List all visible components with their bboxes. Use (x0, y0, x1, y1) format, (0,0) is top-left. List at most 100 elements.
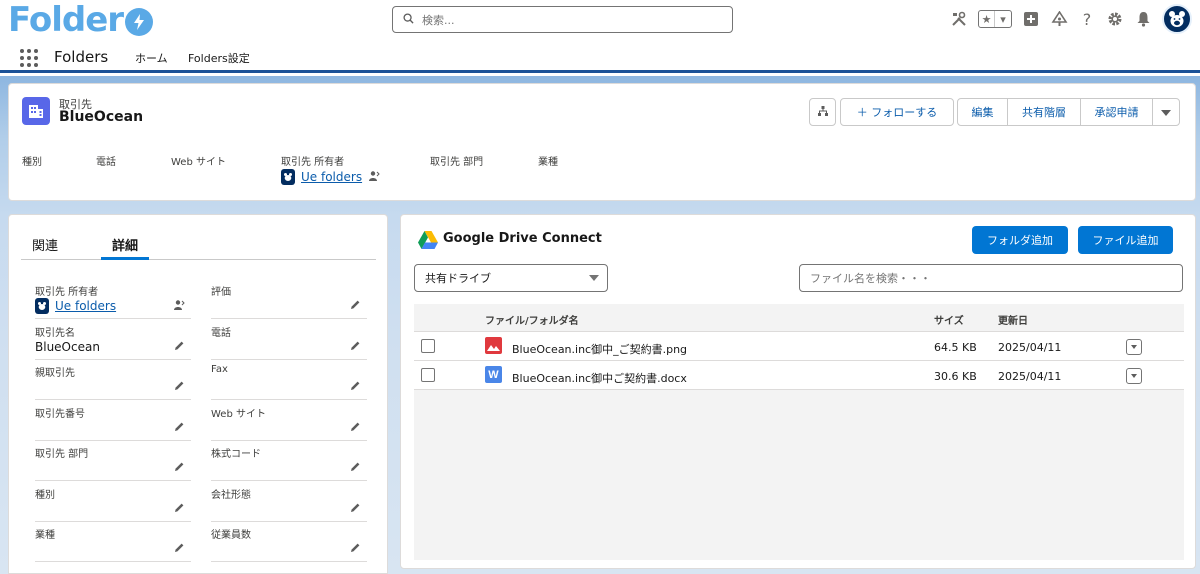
caret-down-icon (589, 275, 599, 281)
hierarchy-button[interactable] (809, 98, 836, 126)
nav-item-home[interactable]: ホーム (135, 50, 168, 66)
follow-button[interactable]: ＋ フォローする (840, 98, 954, 126)
drive-title: Google Drive Connect (443, 231, 602, 246)
drive-select[interactable]: 共有ドライブ (414, 264, 608, 292)
detail-field: 会社形態 (211, 482, 367, 522)
edit-pencil-icon[interactable] (173, 502, 185, 514)
favorites-dropdown-icon[interactable]: ▾ (995, 11, 1011, 27)
app-nav-bar: Folders ホーム Folders設定 (0, 40, 1200, 73)
global-add-icon[interactable] (1022, 10, 1040, 28)
detail-field: Web サイト (211, 401, 367, 441)
column-size-header[interactable]: サイズ (934, 312, 964, 327)
google-drive-panel: Google Drive Connect フォルダ追加 ファイル追加 共有ドライ… (400, 214, 1196, 569)
detail-field: 親取引先 (35, 360, 191, 400)
edit-pencil-icon[interactable] (173, 461, 185, 473)
highlight-industry-label: 業種 (538, 157, 558, 168)
row-actions-menu-button[interactable] (1126, 368, 1142, 384)
app-name: Folders (54, 48, 109, 66)
row-checkbox[interactable] (421, 339, 435, 353)
field-label: 取引先番号 (35, 408, 85, 420)
account-object-icon (22, 97, 50, 125)
settings-gear-icon[interactable] (1106, 10, 1124, 28)
edit-pencil-icon[interactable] (173, 421, 185, 433)
field-label: 親取引先 (35, 368, 75, 379)
share-hierarchy-button[interactable]: 共有階層 (1008, 99, 1081, 125)
row-checkbox[interactable] (421, 368, 435, 382)
edit-pencil-icon[interactable] (349, 421, 361, 433)
drive-select-value: 共有ドライブ (425, 272, 491, 285)
chevron-down-icon (1131, 374, 1137, 378)
edit-pencil-icon[interactable] (349, 380, 361, 392)
field-value: BlueOcean (35, 339, 100, 354)
record-header: 取引先 BlueOcean ＋ フォローする 編集 共有階層 承認申請 種別 電… (8, 83, 1196, 201)
image-file-icon (485, 337, 502, 354)
detail-field: 取引先名 BlueOcean (35, 320, 191, 360)
field-label: Web サイト (211, 408, 266, 420)
more-actions-button[interactable] (1153, 99, 1179, 125)
owner-link[interactable]: Ue folders (55, 299, 116, 313)
owner-avatar-icon (35, 298, 49, 314)
user-avatar-icon[interactable] (1162, 4, 1192, 34)
detail-field: 従業員数 (211, 522, 367, 562)
add-folder-button[interactable]: フォルダ追加 (972, 226, 1068, 254)
detail-field: 種別 (35, 482, 191, 522)
favorites-group[interactable]: ★ ▾ (978, 10, 1012, 28)
edit-pencil-icon[interactable] (173, 380, 185, 392)
table-row[interactable]: W BlueOcean.inc御中ご契約書.docx 30.6 KB 2025/04/… (414, 361, 1184, 390)
search-placeholder: 検索... (422, 13, 455, 27)
search-icon (403, 12, 414, 27)
app-launcher-icon[interactable] (20, 49, 38, 67)
edit-pencil-icon[interactable] (349, 299, 361, 311)
edit-pencil-icon[interactable] (349, 542, 361, 554)
highlight-division-label: 取引先 部門 (430, 157, 484, 168)
file-name[interactable]: BlueOcean.inc御中ご契約書.docx (512, 370, 687, 386)
notifications-bell-icon[interactable] (1134, 10, 1152, 28)
logo-text: Folder (8, 0, 124, 40)
highlight-phone-label: 電話 (96, 157, 116, 168)
field-label: 電話 (211, 327, 231, 339)
detail-field: 取引先 部門 (35, 441, 191, 481)
global-actions: ★ ▾ ? (950, 4, 1192, 34)
change-owner-icon[interactable] (368, 170, 380, 185)
favorites-star-icon[interactable]: ★ (979, 11, 995, 27)
setup-tools-icon[interactable] (950, 10, 968, 28)
approval-request-button[interactable]: 承認申請 (1081, 99, 1153, 125)
word-file-icon: W (485, 366, 502, 383)
trailhead-icon[interactable] (1050, 10, 1068, 28)
highlight-owner-value: Ue folders (281, 169, 380, 185)
detail-field: 取引先 所有者 Ue folders (35, 279, 191, 319)
field-label: 株式コード (211, 449, 261, 460)
field-label: 会社形態 (211, 489, 251, 501)
file-name[interactable]: BlueOcean.inc御中_ご契約書.png (512, 341, 687, 357)
edit-pencil-icon[interactable] (349, 461, 361, 473)
edit-pencil-icon[interactable] (349, 340, 361, 352)
edit-pencil-icon[interactable] (173, 542, 185, 554)
tab-details[interactable]: 詳細 (112, 235, 138, 254)
detail-field: 業種 (35, 522, 191, 562)
column-name-header[interactable]: ファイル/フォルダ名 (485, 312, 579, 327)
field-label: 評価 (211, 287, 231, 298)
file-table-header: ファイル/フォルダ名 サイズ 更新日 (414, 304, 1184, 332)
file-search-input[interactable]: ファイル名を検索・・・ (799, 264, 1183, 292)
change-owner-icon[interactable] (173, 299, 185, 311)
chevron-down-icon (1161, 106, 1171, 119)
table-row[interactable]: BlueOcean.inc御中_ご契約書.png 64.5 KB 2025/04/1… (414, 332, 1184, 361)
add-file-button[interactable]: ファイル追加 (1078, 226, 1173, 254)
tab-related[interactable]: 関連 (32, 235, 58, 254)
column-updated-header[interactable]: 更新日 (998, 312, 1028, 327)
field-label: 従業員数 (211, 530, 251, 541)
edit-pencil-icon[interactable] (349, 502, 361, 514)
row-actions-menu-button[interactable] (1126, 339, 1142, 355)
global-search-input[interactable]: 検索... (392, 6, 733, 33)
file-size: 64.5 KB (934, 341, 977, 354)
help-icon[interactable]: ? (1078, 10, 1096, 29)
detail-field: 評価 (211, 279, 367, 319)
edit-pencil-icon[interactable] (173, 340, 185, 352)
global-header: Folder 検索... ★ ▾ ? (0, 0, 1200, 40)
nav-item-folders-settings[interactable]: Folders設定 (188, 50, 250, 66)
highlight-type-label: 種別 (22, 157, 42, 168)
edit-button[interactable]: 編集 (958, 99, 1008, 125)
owner-link[interactable]: Ue folders (301, 170, 362, 184)
folders-logo[interactable]: Folder (8, 0, 154, 40)
chevron-down-icon (1131, 345, 1137, 349)
